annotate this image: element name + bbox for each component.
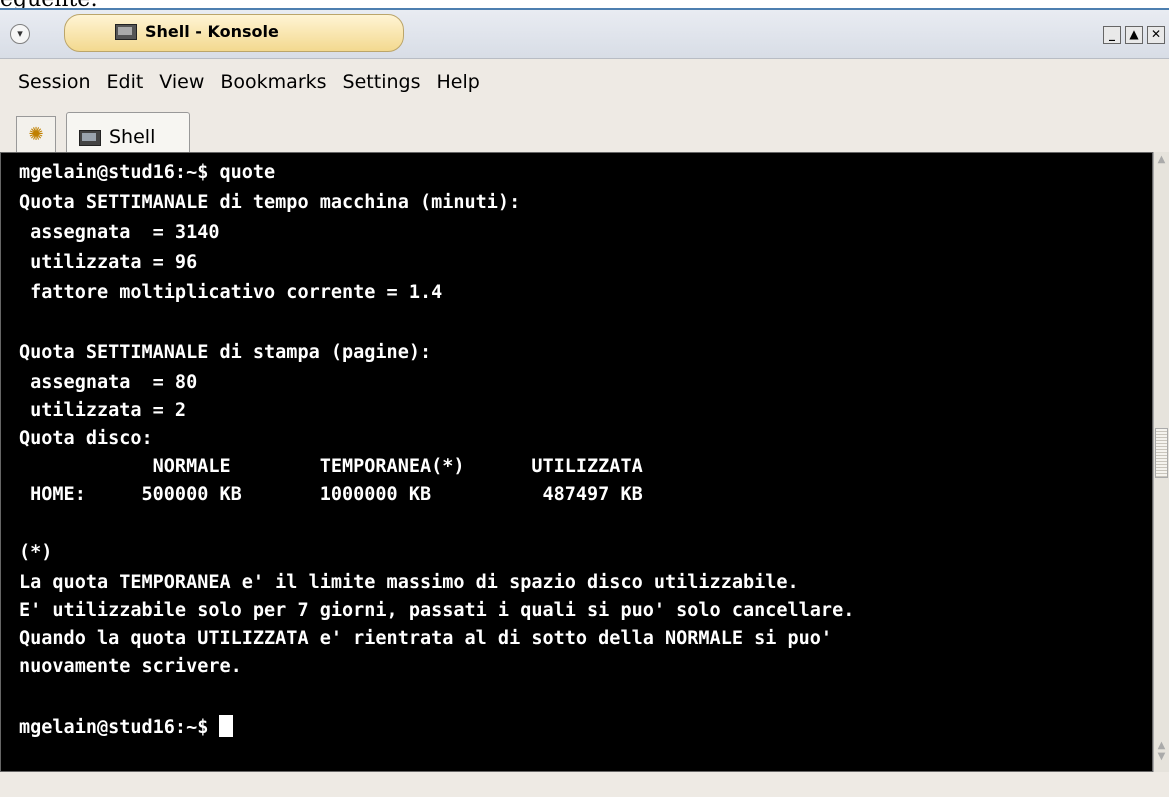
menu-view[interactable]: View — [157, 69, 206, 95]
terminal-line: fattore moltiplicativo corrente = 1.4 — [19, 282, 443, 303]
title-tab: Shell - Konsole — [64, 14, 404, 52]
menu-bookmarks[interactable]: Bookmarks — [218, 69, 328, 95]
maximize-button[interactable]: ▲ — [1125, 26, 1143, 44]
terminal-prompt: mgelain@stud16:~$ — [19, 717, 220, 738]
tab-shell-label: Shell — [109, 126, 156, 148]
window-title: Shell - Konsole — [145, 22, 279, 41]
menu-bar: Session Edit View Bookmarks Settings Hel… — [0, 60, 1169, 104]
terminal-line: mgelain@stud16:~$ quote — [19, 162, 276, 183]
terminal-output[interactable]: mgelain@stud16:~$ quote Quota SETTIMANAL… — [0, 152, 1153, 772]
terminal-line: HOME: 500000 KB 1000000 KB 487497 KB — [19, 484, 643, 505]
new-session-icon: ✺ — [28, 124, 44, 145]
terminal-line: utilizzata = 96 — [19, 252, 198, 273]
terminal-scrollbar[interactable]: ▲ ▲ ▼ — [1153, 152, 1169, 772]
scroll-down-icon[interactable]: ▲ ▼ — [1155, 740, 1168, 770]
terminal-line: nuovamente scrivere. — [19, 656, 242, 677]
window-menu-button[interactable]: ▾ — [10, 24, 30, 44]
terminal-line: E' utilizzabile solo per 7 giorni, passa… — [19, 600, 855, 621]
terminal-line: Quota SETTIMANALE di stampa (pagine): — [19, 342, 432, 363]
terminal-icon — [115, 24, 137, 40]
terminal-cursor — [219, 715, 234, 737]
terminal-line: Quota SETTIMANALE di tempo macchina (min… — [19, 192, 521, 213]
minimize-button[interactable]: _ — [1103, 26, 1121, 44]
terminal-line: La quota TEMPORANEA e' il limite massimo… — [19, 572, 799, 593]
terminal-line: (*) — [19, 542, 53, 563]
terminal-line: utilizzata = 2 — [19, 400, 187, 421]
menu-edit[interactable]: Edit — [105, 69, 146, 95]
scrollbar-thumb[interactable] — [1155, 428, 1168, 478]
window-controls: _ ▲ ✕ — [1103, 26, 1165, 44]
menu-session[interactable]: Session — [16, 69, 93, 95]
title-bar[interactable]: ▾ Shell - Konsole _ ▲ ✕ — [0, 10, 1169, 59]
terminal-line: assegnata = 80 — [19, 372, 198, 393]
terminal-prompt-line: mgelain@stud16:~$ — [19, 715, 234, 738]
terminal-line: NORMALE TEMPORANEA(*) UTILIZZATA — [19, 456, 643, 477]
menu-help[interactable]: Help — [434, 69, 481, 95]
terminal-line: assegnata = 3140 — [19, 222, 220, 243]
terminal-line: Quota disco: — [19, 428, 153, 449]
scroll-up-icon[interactable]: ▲ — [1155, 154, 1168, 170]
window-bottom-border — [0, 772, 1169, 797]
terminal-line: Quando la quota UTILIZZATA e' rientrata … — [19, 628, 833, 649]
terminal-icon — [79, 130, 101, 146]
close-button[interactable]: ✕ — [1147, 26, 1165, 44]
menu-settings[interactable]: Settings — [341, 69, 423, 95]
new-session-button[interactable]: ✺ — [16, 116, 56, 154]
